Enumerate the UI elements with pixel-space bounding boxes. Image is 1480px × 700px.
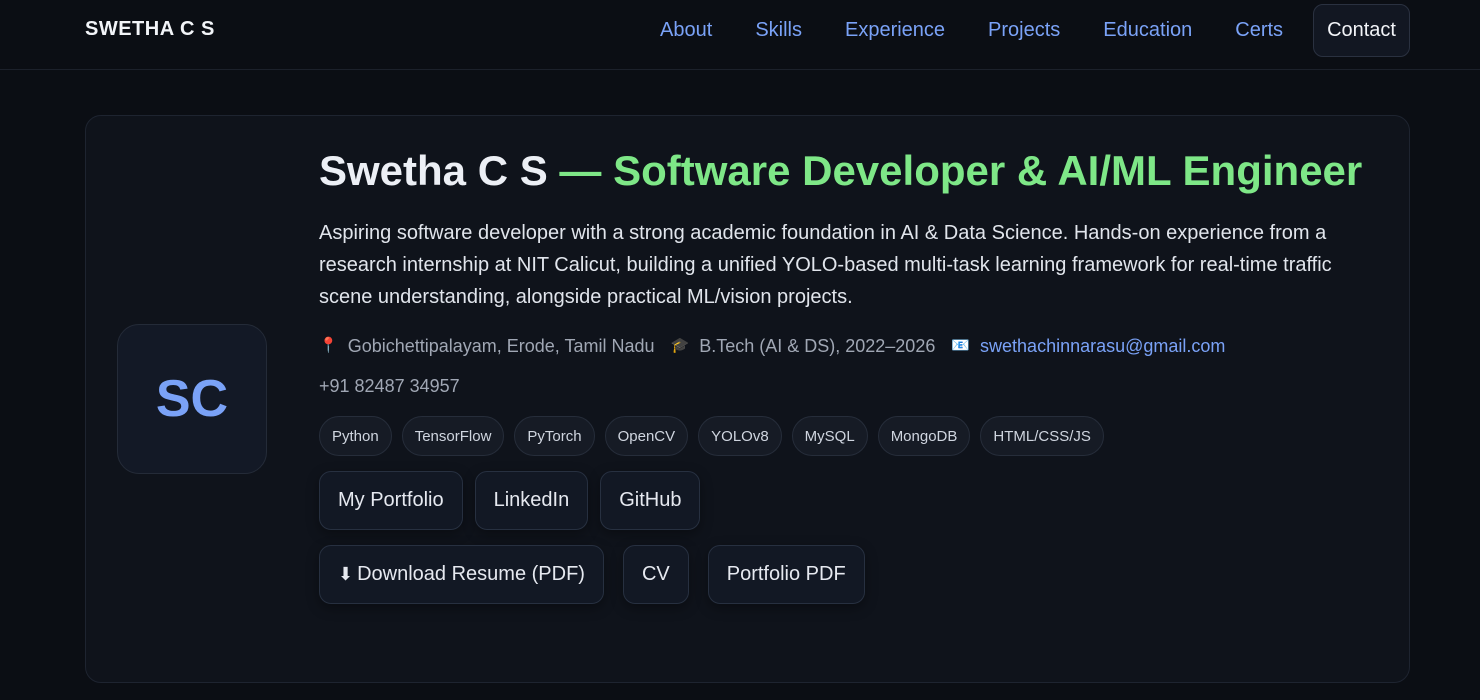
email-icon: 📧 xyxy=(951,337,971,354)
nav-skills[interactable]: Skills xyxy=(755,19,802,42)
profile-name: Swetha C S xyxy=(319,147,548,194)
skill-chips: Python TensorFlow PyTorch OpenCV YOLOv8 … xyxy=(319,416,1389,456)
brand-logo[interactable]: SWETHA C S xyxy=(85,18,215,41)
profile-links: My Portfolio LinkedIn GitHub xyxy=(319,471,1389,530)
skill-chip: PyTorch xyxy=(514,416,595,456)
skill-chip: HTML/CSS/JS xyxy=(980,416,1104,456)
page-title: Swetha C S — Software Developer & AI/ML … xyxy=(319,146,1389,195)
portfolio-pdf-button[interactable]: Portfolio PDF xyxy=(707,545,865,604)
download-resume-label: Download Resume (PDF) xyxy=(357,563,585,585)
nav-certs[interactable]: Certs xyxy=(1235,19,1283,42)
cv-button[interactable]: CV xyxy=(622,545,689,604)
degree-item: 🎓 B.Tech (AI & DS), 2022–2026 xyxy=(671,335,936,357)
skill-chip: YOLOv8 xyxy=(698,416,782,456)
avatar: SC xyxy=(117,324,267,474)
top-navbar: SWETHA C S About Skills Experience Proje… xyxy=(0,0,1480,70)
location-item: 📍 Gobichettipalayam, Erode, Tamil Nadu xyxy=(319,335,655,357)
phone-text: +91 82487 34957 xyxy=(319,376,460,396)
title-separator: — xyxy=(547,147,614,194)
email-item: 📧 swethachinnarasu@gmail.com xyxy=(951,335,1225,357)
skill-chip: MongoDB xyxy=(877,416,971,456)
location-text: Gobichettipalayam, Erode, Tamil Nadu xyxy=(347,336,655,356)
nav-projects[interactable]: Projects xyxy=(988,19,1060,42)
profile-bio: Aspiring software developer with a stron… xyxy=(319,222,1332,308)
hero-card: SC Swetha C S — Software Developer & AI/… xyxy=(85,115,1410,683)
graduation-cap-icon: 🎓 xyxy=(670,337,690,354)
skill-chip: TensorFlow xyxy=(401,416,505,456)
download-links: ⬇ Download Resume (PDF) CV Portfolio PDF xyxy=(319,545,1389,604)
skill-chip: OpenCV xyxy=(604,416,689,456)
nav-education[interactable]: Education xyxy=(1103,19,1192,42)
nav-contact-button[interactable]: Contact xyxy=(1313,3,1410,57)
pin-icon: 📍 xyxy=(319,337,338,354)
skill-chip: MySQL xyxy=(791,416,868,456)
degree-text: B.Tech (AI & DS), 2022–2026 xyxy=(699,336,936,356)
skill-chip: Python xyxy=(319,416,392,456)
contact-meta: 📍 Gobichettipalayam, Erode, Tamil Nadu 🎓… xyxy=(319,335,1389,397)
download-icon: ⬇ xyxy=(338,564,354,584)
main-nav: About Skills Experience Projects Educati… xyxy=(617,3,1410,57)
nav-experience[interactable]: Experience xyxy=(845,19,945,42)
download-resume-button[interactable]: ⬇ Download Resume (PDF) xyxy=(319,545,604,604)
profile-role: Software Developer & AI/ML Engineer xyxy=(613,147,1363,194)
avatar-initials: SC xyxy=(155,370,229,428)
github-button[interactable]: GitHub xyxy=(600,471,701,530)
linkedin-button[interactable]: LinkedIn xyxy=(474,471,589,530)
email-link[interactable]: swethachinnarasu@gmail.com xyxy=(980,335,1225,357)
nav-about[interactable]: About xyxy=(660,19,712,42)
hero-content: Swetha C S — Software Developer & AI/ML … xyxy=(319,146,1389,604)
portfolio-button[interactable]: My Portfolio xyxy=(319,471,463,530)
